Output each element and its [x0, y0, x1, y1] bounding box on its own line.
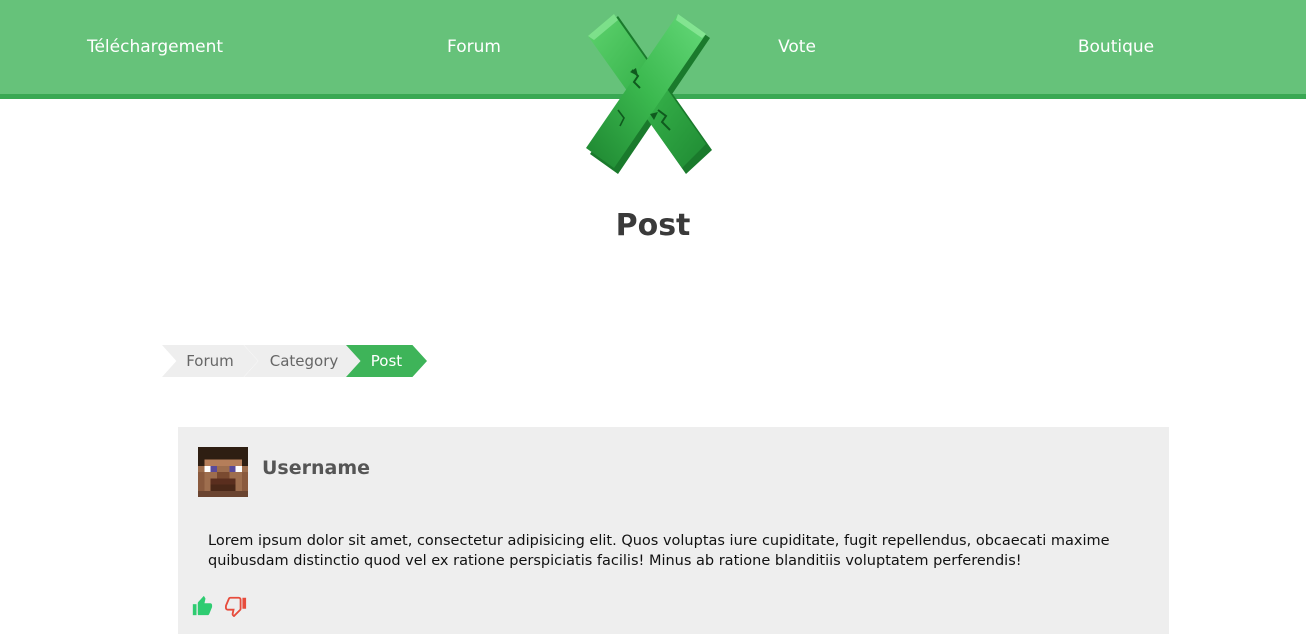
breadcrumb-label: Category: [269, 352, 339, 370]
avatar[interactable]: [198, 447, 248, 497]
breadcrumb-label: Forum: [186, 352, 234, 370]
breadcrumb-label: Post: [370, 352, 403, 370]
thumbs-up-icon: [192, 595, 213, 616]
like-button[interactable]: [191, 595, 215, 619]
site-logo[interactable]: [578, 10, 722, 180]
page-title: Post: [615, 208, 691, 243]
nav-item-vote[interactable]: Vote: [778, 0, 816, 94]
dislike-button[interactable]: [225, 595, 249, 619]
breadcrumb-item-post-active[interactable]: Post: [346, 345, 427, 377]
nav-item-telechargement[interactable]: Téléchargement: [87, 0, 223, 94]
nav-item-boutique[interactable]: Boutique: [1078, 0, 1154, 94]
thumbs-down-icon: [225, 596, 247, 618]
player-head-avatar-icon: [198, 447, 248, 497]
green-x-logo-icon: [586, 14, 712, 174]
nav-item-forum[interactable]: Forum: [447, 0, 501, 94]
post-body: Lorem ipsum dolor sit amet, consectetur …: [208, 533, 1110, 569]
post-card: Username Lorem ipsum dolor sit amet, con…: [178, 427, 1169, 634]
post-username[interactable]: Username: [262, 457, 370, 479]
